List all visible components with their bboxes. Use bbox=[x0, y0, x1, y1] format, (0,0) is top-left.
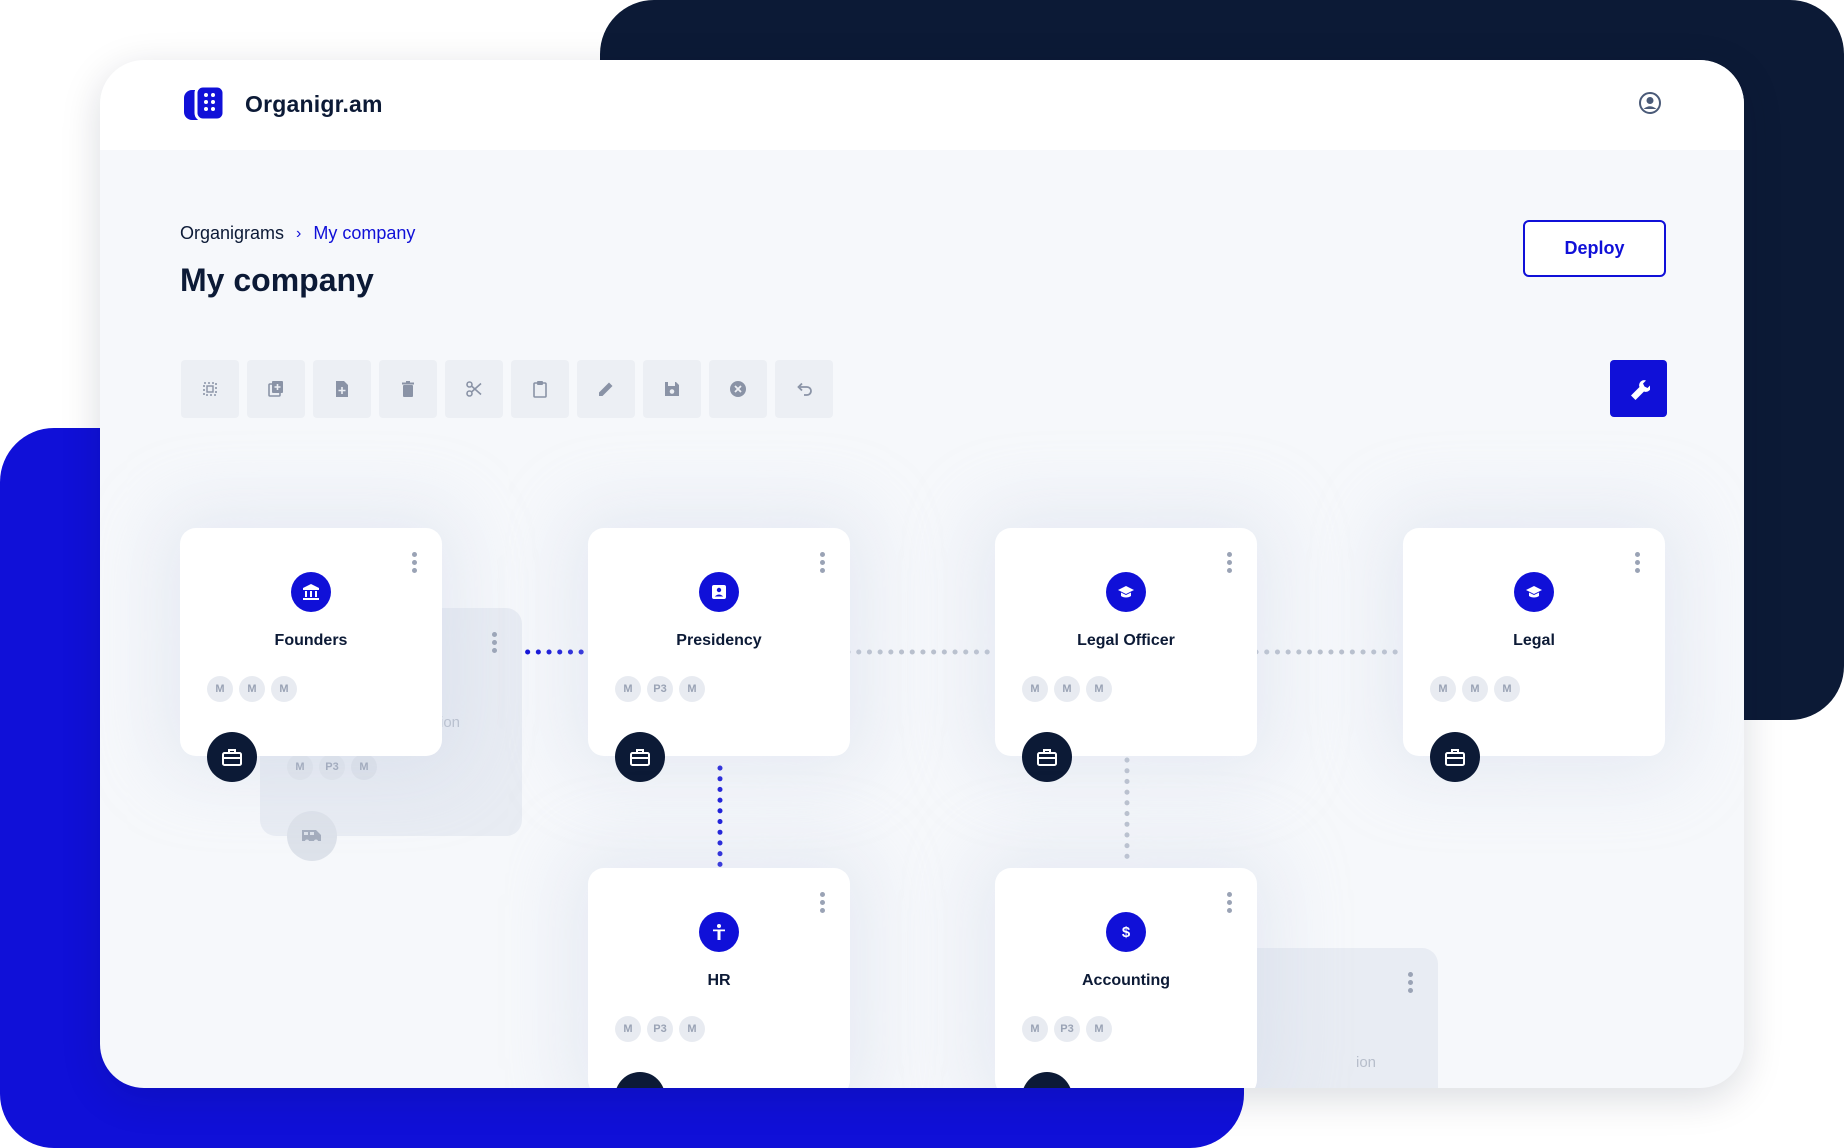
node-card-presidency[interactable]: Presidency M P3 M bbox=[588, 528, 850, 782]
svg-text:$: $ bbox=[1122, 924, 1131, 941]
briefcase-icon bbox=[1037, 749, 1057, 766]
node-card-founders[interactable]: Founders M M M bbox=[180, 528, 442, 782]
member-badge[interactable]: M bbox=[679, 676, 705, 702]
dollar-icon: $ bbox=[1106, 912, 1146, 952]
node-title: Legal bbox=[1513, 632, 1555, 649]
role-button[interactable] bbox=[615, 732, 665, 782]
ghost-node-label: ion bbox=[440, 714, 461, 731]
more-options-icon[interactable] bbox=[820, 892, 826, 914]
graduation-cap-icon bbox=[1514, 572, 1554, 612]
member-badge[interactable]: M bbox=[207, 676, 233, 702]
node-title: Accounting bbox=[1082, 972, 1170, 989]
briefcase-icon bbox=[222, 749, 242, 766]
node-title: Presidency bbox=[676, 632, 762, 649]
node-card-hr[interactable]: HR M P3 M bbox=[588, 868, 850, 1088]
member-badge[interactable]: M bbox=[239, 676, 265, 702]
member-badge[interactable]: M bbox=[1022, 676, 1048, 702]
more-options-icon[interactable] bbox=[820, 552, 826, 574]
node-title: HR bbox=[707, 972, 731, 989]
role-button[interactable] bbox=[615, 1072, 665, 1088]
ghost-node-badge: M bbox=[287, 754, 313, 780]
member-badge[interactable]: M bbox=[1462, 676, 1488, 702]
member-badge[interactable]: P3 bbox=[647, 676, 673, 702]
member-badge[interactable]: M bbox=[615, 676, 641, 702]
member-badge[interactable]: M bbox=[1054, 676, 1080, 702]
member-badge[interactable]: M bbox=[271, 676, 297, 702]
app-window: Organigr.am Organigrams › My company My … bbox=[100, 60, 1744, 1088]
van-icon bbox=[302, 830, 321, 844]
member-badges: M P3 M bbox=[615, 676, 705, 702]
ghost-node-role-button bbox=[287, 811, 337, 861]
more-options-icon bbox=[1408, 972, 1414, 994]
node-card-legal-officer[interactable]: Legal Officer M M M bbox=[995, 528, 1257, 782]
more-options-icon[interactable] bbox=[412, 552, 418, 574]
member-badge[interactable]: M bbox=[1494, 676, 1520, 702]
member-badges: M P3 M bbox=[1022, 1016, 1112, 1042]
member-badges: M M M bbox=[207, 676, 297, 702]
node-title: Legal Officer bbox=[1077, 632, 1175, 649]
ghost-node-badges: M P3 M bbox=[287, 754, 377, 780]
role-button[interactable] bbox=[1022, 732, 1072, 782]
ghost-node-badge: P3 bbox=[319, 754, 345, 780]
member-badges: M M M bbox=[1022, 676, 1112, 702]
more-options-icon bbox=[492, 632, 498, 654]
role-button[interactable] bbox=[1022, 1072, 1072, 1088]
briefcase-icon bbox=[630, 749, 650, 766]
member-badge[interactable]: M bbox=[679, 1016, 705, 1042]
member-badge[interactable]: P3 bbox=[647, 1016, 673, 1042]
more-options-icon[interactable] bbox=[1227, 892, 1233, 914]
node-title: Founders bbox=[274, 632, 348, 649]
member-badge[interactable]: M bbox=[1086, 1016, 1112, 1042]
node-card-accounting[interactable]: $ Accounting M P3 M bbox=[995, 868, 1257, 1088]
ghost-node-label: ion bbox=[1356, 1054, 1377, 1071]
member-badges: M P3 M bbox=[615, 1016, 705, 1042]
member-badge[interactable]: P3 bbox=[1054, 1016, 1080, 1042]
member-badge[interactable]: M bbox=[1430, 676, 1456, 702]
member-badge[interactable]: M bbox=[615, 1016, 641, 1042]
member-badge[interactable]: M bbox=[1086, 676, 1112, 702]
contact-card-icon bbox=[699, 572, 739, 612]
node-card-legal[interactable]: Legal M M M bbox=[1403, 528, 1665, 782]
role-button[interactable] bbox=[1430, 732, 1480, 782]
briefcase-icon bbox=[1445, 749, 1465, 766]
more-options-icon[interactable] bbox=[1227, 552, 1233, 574]
accessibility-icon bbox=[699, 912, 739, 952]
ghost-node-badge: M bbox=[351, 754, 377, 780]
bank-icon bbox=[291, 572, 331, 612]
role-button[interactable] bbox=[207, 732, 257, 782]
more-options-icon[interactable] bbox=[1635, 552, 1641, 574]
member-badge[interactable]: M bbox=[1022, 1016, 1048, 1042]
member-badges: M M M bbox=[1430, 676, 1520, 702]
graduation-cap-icon bbox=[1106, 572, 1146, 612]
